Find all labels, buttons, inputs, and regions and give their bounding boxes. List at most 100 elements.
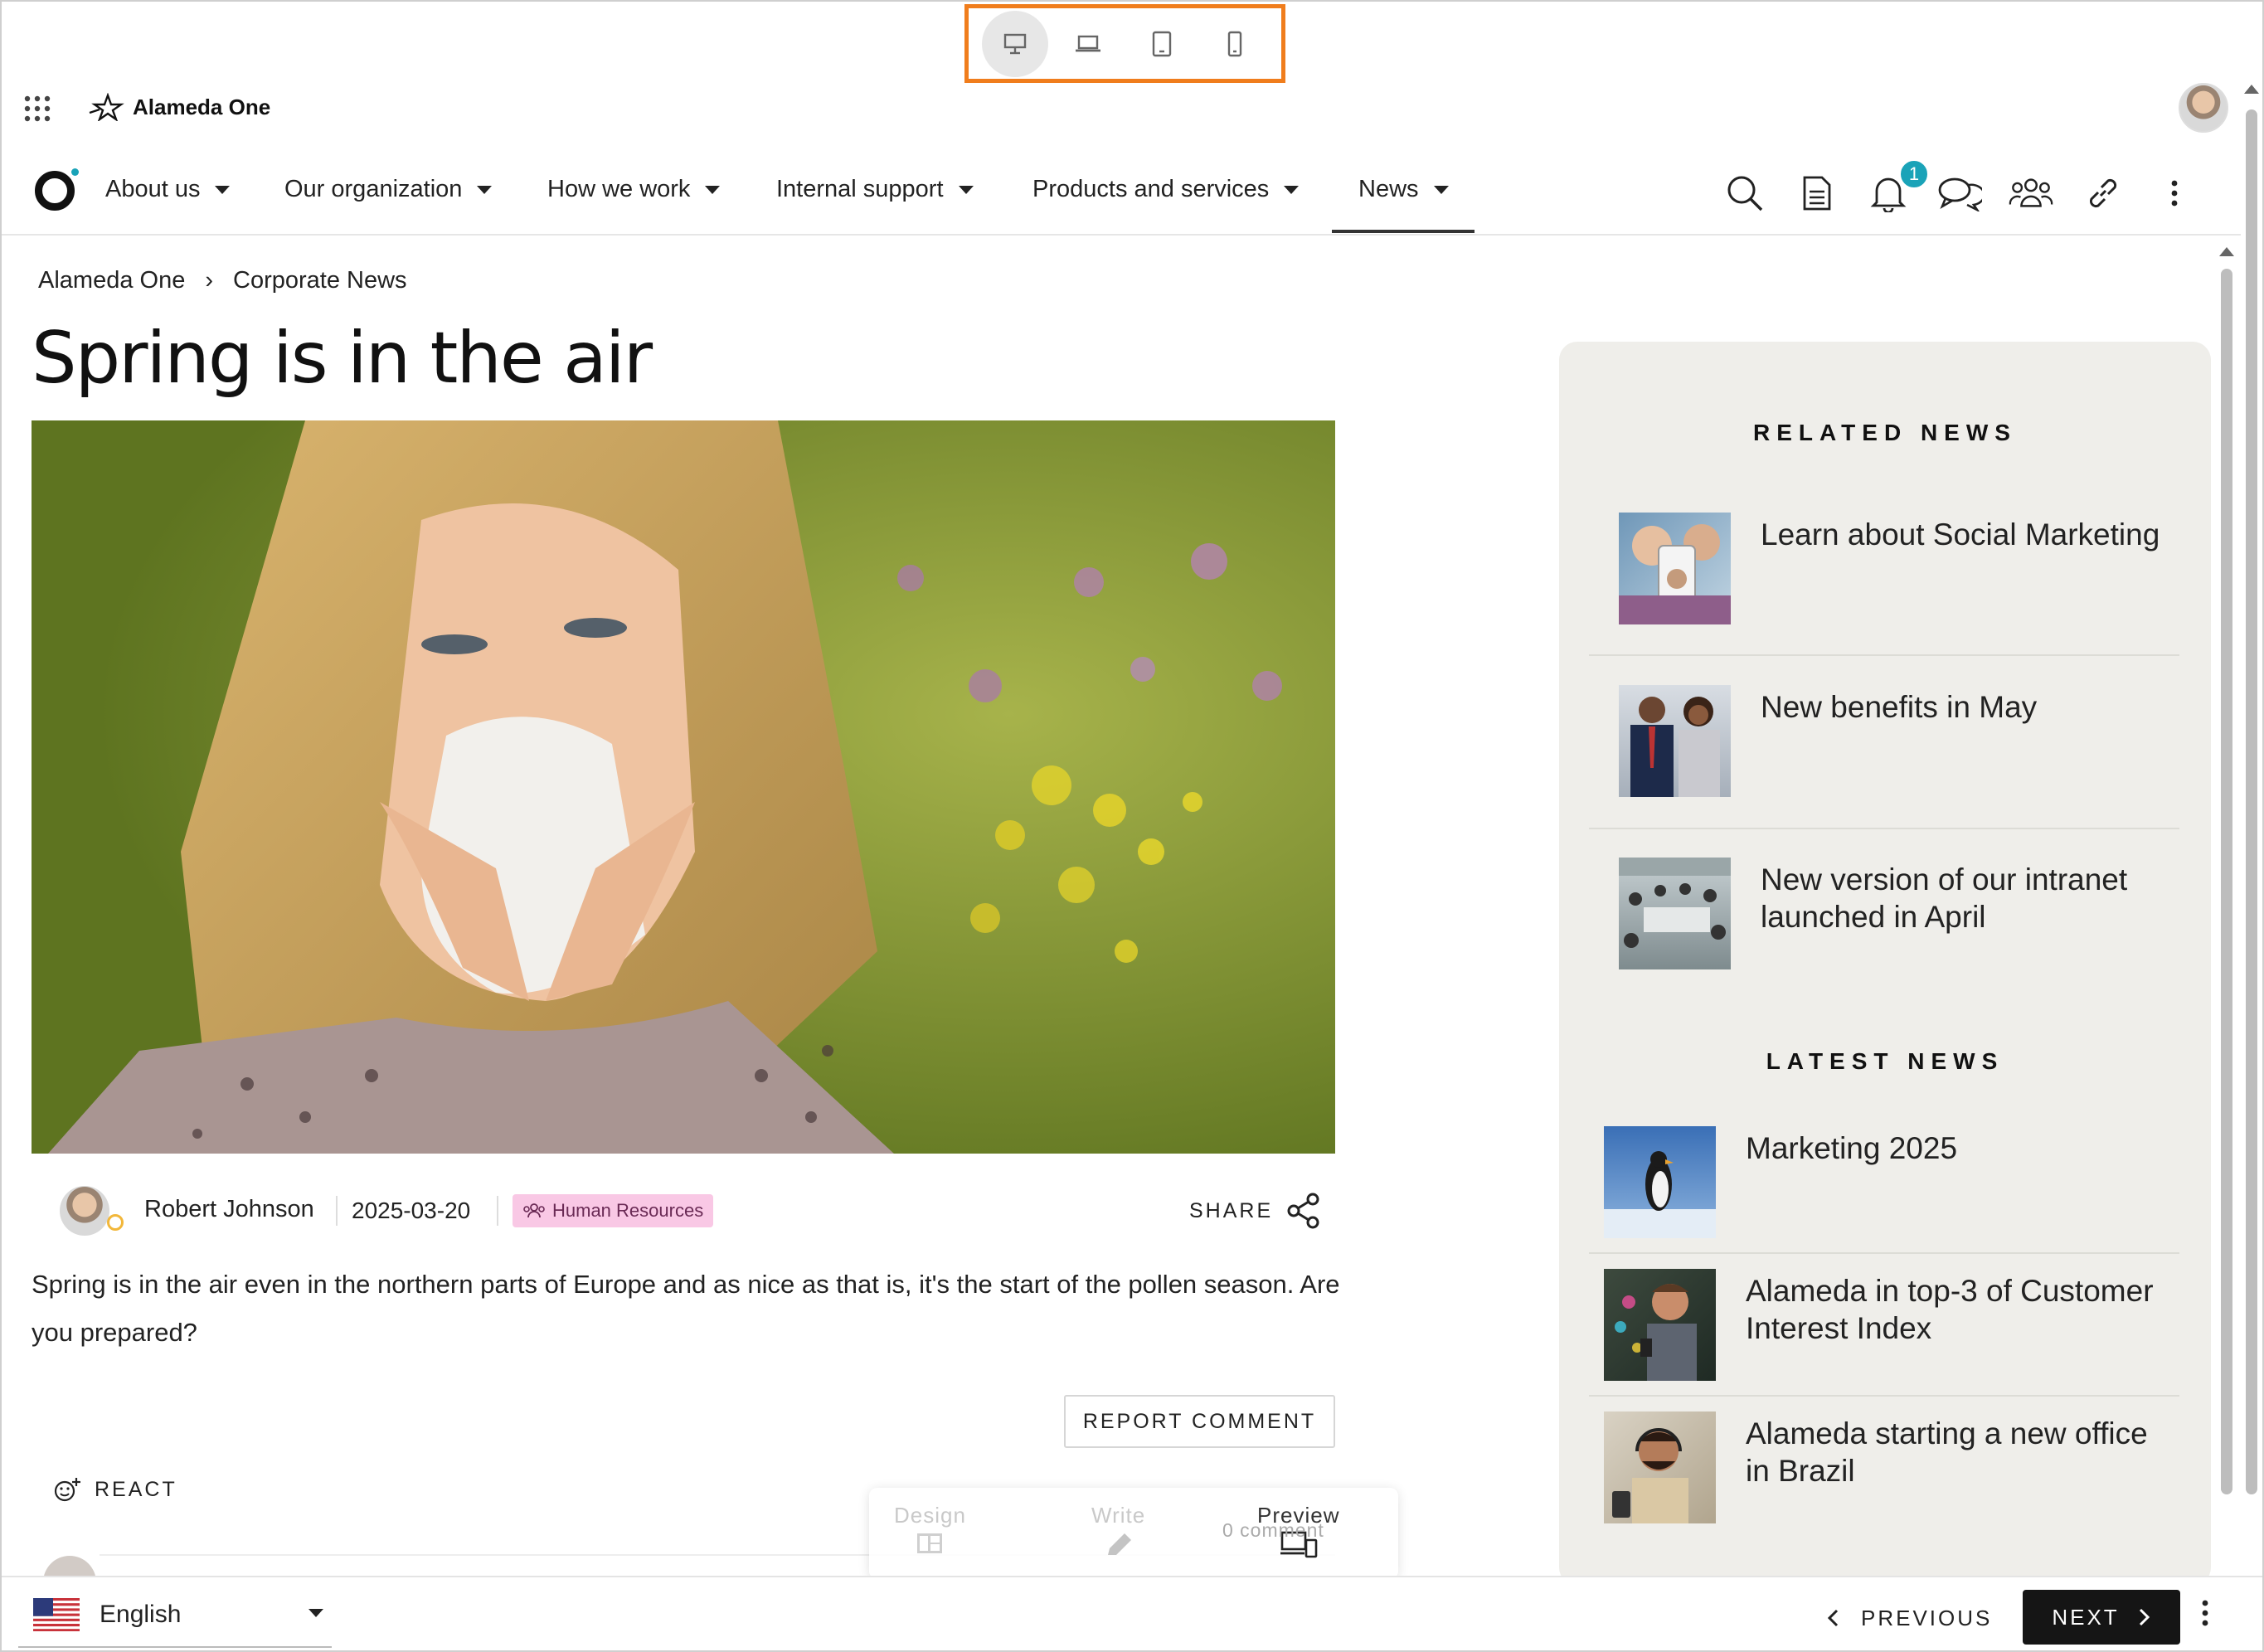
comment-count: 0 comment	[1222, 1519, 1324, 1541]
user-avatar[interactable]	[2179, 83, 2228, 133]
caret-down-icon	[1284, 185, 1300, 194]
device-preview-bar	[964, 4, 1285, 83]
article-body: Spring is in the air even in the norther…	[32, 1270, 1340, 1347]
design-mode-button[interactable]: Design	[894, 1503, 966, 1561]
caret-down-icon	[705, 185, 721, 194]
chevron-right-icon	[2139, 1608, 2150, 1626]
pencil-icon	[1107, 1533, 1131, 1555]
news-title: Alameda starting a new office in Brazil	[1746, 1416, 2148, 1488]
author-avatar[interactable]	[60, 1186, 109, 1236]
caret-down-icon[interactable]	[305, 1606, 323, 1621]
app-window: Alameda One About us Our organization Ho…	[0, 0, 2264, 1652]
nav-item-how-we-work[interactable]: How we work	[547, 176, 721, 203]
react-button[interactable]: REACT	[53, 1476, 177, 1503]
share-icon	[1287, 1193, 1319, 1229]
breadcrumb-current[interactable]: Corporate News	[233, 267, 407, 294]
nav-item-products-and-services[interactable]: Products and services	[1032, 176, 1300, 203]
latest-news-item[interactable]: Alameda in top-3 of Customer Interest In…	[1604, 1269, 2177, 1381]
report-comment-button[interactable]: REPORT COMMENT	[1064, 1395, 1335, 1448]
news-title: New version of our intranet launched in …	[1761, 862, 2128, 934]
content-scrollbar[interactable]	[2221, 269, 2232, 1494]
scroll-up-arrow-icon[interactable]	[2244, 85, 2259, 94]
related-news-item[interactable]: Learn about Social Marketing	[1619, 513, 2192, 624]
page-scrollbar[interactable]	[2246, 109, 2257, 1494]
news-title: New benefits in May	[1761, 690, 2038, 724]
latest-news-heading: LATEST NEWS	[1766, 1048, 2004, 1074]
write-label: Write	[1091, 1503, 1146, 1528]
brand-star-icon	[89, 93, 124, 121]
site-logo-icon[interactable]	[35, 168, 79, 211]
more-icon[interactable]	[2201, 1599, 2209, 1631]
desktop-preview-button[interactable]	[982, 10, 1049, 77]
news-thumbnail	[1604, 1411, 1716, 1523]
scroll-up-arrow-icon[interactable]	[2219, 247, 2234, 256]
us-flag-icon	[33, 1598, 80, 1631]
status-indicator-icon	[107, 1214, 124, 1231]
nav-item-internal-support[interactable]: Internal support	[776, 176, 974, 203]
document-icon[interactable]	[1795, 171, 1839, 216]
post-date: 2025-03-20	[352, 1198, 471, 1223]
laptop-preview-button[interactable]	[1055, 11, 1121, 77]
layout-icon	[917, 1533, 943, 1553]
tablet-preview-button[interactable]	[1129, 11, 1195, 77]
news-title: Marketing 2025	[1746, 1131, 1958, 1165]
phone-preview-button[interactable]	[1202, 11, 1268, 77]
language-select[interactable]: English	[100, 1601, 181, 1629]
page-title: Spring is in the air	[32, 317, 653, 400]
related-news-heading: RELATED NEWS	[1753, 420, 2017, 445]
tag-label: Human Resources	[552, 1200, 704, 1221]
caret-down-icon	[215, 185, 231, 194]
caret-down-icon	[1433, 185, 1449, 194]
notification-badge: 1	[1899, 159, 1929, 189]
breadcrumb-root[interactable]: Alameda One	[38, 267, 185, 294]
related-news-item[interactable]: New benefits in May	[1619, 685, 2192, 797]
react-label: REACT	[95, 1477, 177, 1501]
next-button[interactable]: NEXT	[2023, 1590, 2180, 1645]
author-name[interactable]: Robert Johnson	[144, 1196, 314, 1223]
next-label: NEXT	[2052, 1604, 2120, 1630]
search-icon[interactable]	[1722, 171, 1767, 216]
share-label: SHARE	[1189, 1198, 1274, 1222]
caret-down-icon	[477, 185, 493, 194]
brand-logo[interactable]: Alameda One	[88, 93, 270, 121]
nav-item-about-us[interactable]: About us	[105, 176, 231, 203]
people-icon[interactable]	[2009, 171, 2053, 216]
divider	[1589, 828, 2179, 829]
language-select-underline	[18, 1646, 332, 1648]
nav-item-label: Internal support	[776, 176, 944, 202]
divider	[1589, 1395, 2179, 1397]
nav-item-news[interactable]: News	[1358, 176, 1449, 203]
design-label: Design	[894, 1503, 966, 1528]
people-icon	[523, 1203, 545, 1218]
news-thumbnail	[1619, 513, 1731, 624]
news-thumbnail	[1619, 685, 1731, 797]
write-mode-button[interactable]: Write	[1091, 1503, 1145, 1564]
active-nav-indicator	[1332, 230, 1475, 233]
divider	[336, 1196, 338, 1226]
more-icon[interactable]	[2152, 171, 2197, 216]
laptop-icon	[1076, 35, 1101, 51]
chat-icon[interactable]	[1937, 171, 1982, 216]
divider	[497, 1196, 498, 1226]
caret-down-icon	[958, 185, 974, 194]
news-thumbnail	[1619, 858, 1731, 969]
breadcrumb-separator: ›	[205, 267, 213, 294]
chevron-left-icon	[1827, 1609, 1839, 1627]
nav-item-label: How we work	[547, 176, 691, 202]
app-launcher-icon[interactable]	[23, 95, 51, 127]
nav-item-label: News	[1358, 176, 1419, 202]
share-button[interactable]: SHARE	[1189, 1193, 1321, 1229]
brand-name: Alameda One	[133, 94, 271, 119]
latest-news-item[interactable]: Alameda starting a new office in Brazil	[1604, 1411, 2177, 1523]
related-news-item[interactable]: New version of our intranet launched in …	[1619, 858, 2192, 969]
nav-item-label: About us	[105, 176, 201, 202]
nav-item-our-organization[interactable]: Our organization	[284, 176, 493, 203]
news-title: Learn about Social Marketing	[1761, 517, 2160, 551]
desktop-icon	[1003, 33, 1027, 54]
nav-item-label: Our organization	[284, 176, 463, 202]
latest-news-item[interactable]: Marketing 2025	[1604, 1126, 2177, 1238]
link-icon[interactable]	[2081, 171, 2126, 216]
category-tag[interactable]: Human Resources	[513, 1194, 714, 1227]
previous-button[interactable]: PREVIOUS	[1826, 1591, 1992, 1645]
previous-label: PREVIOUS	[1861, 1605, 1993, 1630]
